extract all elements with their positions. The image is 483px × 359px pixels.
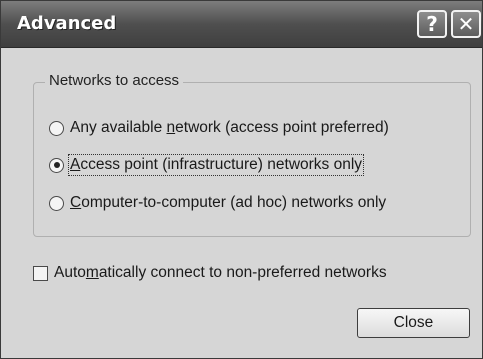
title-bar[interactable]: Advanced ? ✕ [1,1,482,48]
help-icon: ? [426,12,438,36]
radio-label: Computer-to-computer (ad hoc) networks o… [70,194,387,211]
close-icon: ✕ [457,12,475,36]
auto-connect-label: Automatically connect to non-preferred n… [54,264,387,281]
auto-connect-checkbox[interactable] [33,265,48,281]
help-button[interactable]: ? [417,10,447,38]
close-button[interactable]: Close [357,308,470,338]
radio-selected-dot [53,162,60,168]
radio-button-selected[interactable] [49,157,64,173]
advanced-dialog: Advanced ? ✕ Networks to access Any avai… [0,0,483,359]
radio-any-network[interactable]: Any available network (access point pref… [49,117,389,139]
radio-access-point-only[interactable]: Access point (infrastructure) networks o… [49,154,365,176]
close-window-button[interactable]: ✕ [451,10,481,38]
radio-ad-hoc-only[interactable]: Computer-to-computer (ad hoc) networks o… [49,192,386,214]
dialog-body: Networks to access Any available network… [7,51,476,355]
dialog-title: Advanced [17,13,117,34]
radio-button[interactable] [49,195,64,211]
networks-group-legend: Networks to access [45,72,184,89]
radio-label: Access point (infrastructure) networks o… [67,154,365,176]
radio-button[interactable] [49,120,64,136]
auto-connect-checkbox-row[interactable]: Automatically connect to non-preferred n… [33,262,387,284]
radio-label: Any available network (access point pref… [70,119,389,136]
